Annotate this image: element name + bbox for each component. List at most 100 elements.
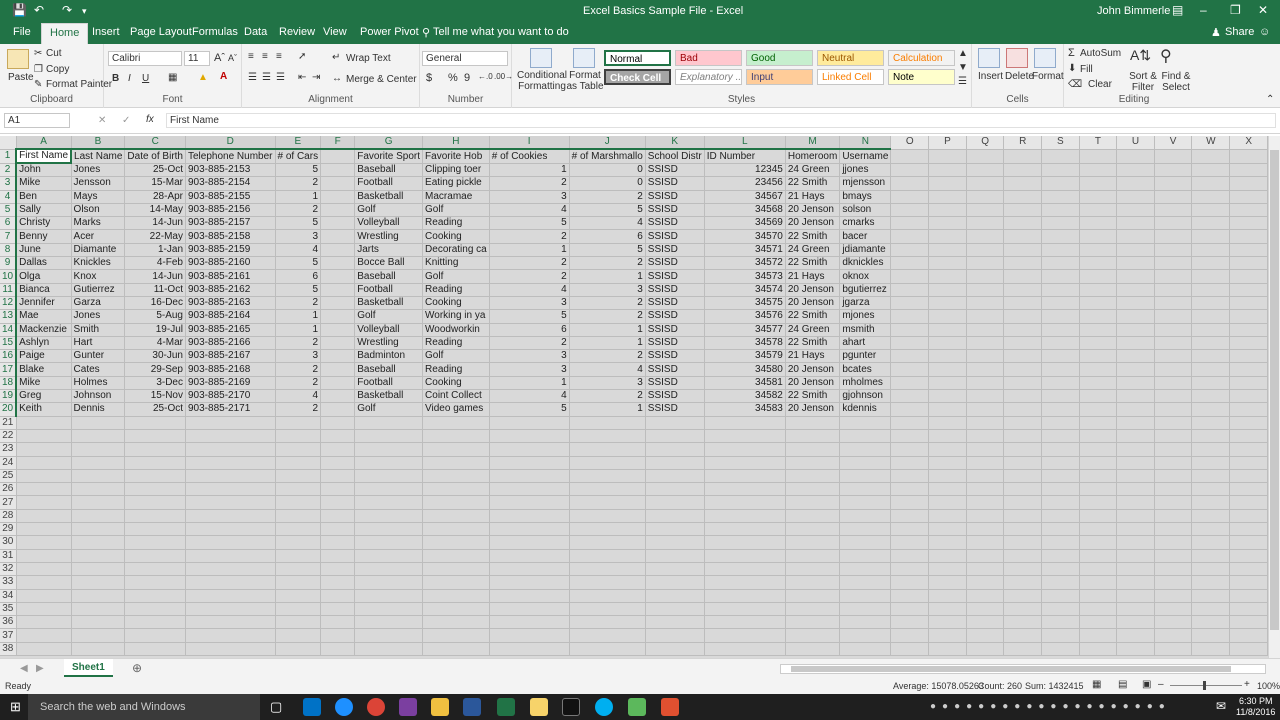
cell-b5[interactable]: Olson <box>71 203 126 218</box>
cell-w28[interactable] <box>1191 509 1231 524</box>
cell-t1[interactable] <box>1079 149 1118 164</box>
cell-q38[interactable] <box>966 642 1005 656</box>
cell-u1[interactable] <box>1116 149 1155 164</box>
cell-j5[interactable]: 5 <box>569 203 646 218</box>
cell-k28[interactable] <box>645 509 705 524</box>
cell-f19[interactable] <box>320 389 356 404</box>
feedback-icon[interactable]: ☺ <box>1259 26 1270 38</box>
cell-h8[interactable]: Decorating ca <box>422 243 490 258</box>
tab-insert[interactable]: Insert <box>92 26 120 38</box>
share-button[interactable]: Share <box>1225 26 1254 38</box>
cell-s17[interactable] <box>1041 362 1080 377</box>
cell-o2[interactable] <box>890 163 930 178</box>
cell-q18[interactable] <box>966 376 1005 391</box>
italic-button[interactable]: I <box>128 73 131 84</box>
cell-m22[interactable] <box>785 429 841 444</box>
cell-r33[interactable] <box>1003 575 1043 590</box>
cell-r11[interactable] <box>1003 283 1043 297</box>
cell-l8[interactable]: 34571 <box>704 243 786 258</box>
cell-q6[interactable] <box>966 216 1005 231</box>
cell-m33[interactable] <box>785 575 841 590</box>
cell-v37[interactable] <box>1154 628 1193 643</box>
cell-m27[interactable] <box>785 495 841 510</box>
cell-p13[interactable] <box>928 309 967 324</box>
cell-n18[interactable]: mholmes <box>839 376 892 391</box>
cell-r13[interactable] <box>1003 309 1043 324</box>
cell-v7[interactable] <box>1154 229 1193 244</box>
cell-u26[interactable] <box>1116 482 1155 497</box>
cell-u17[interactable] <box>1116 362 1155 377</box>
recorder-icon[interactable] <box>661 698 679 716</box>
cell-p9[interactable] <box>928 256 967 271</box>
cell-n30[interactable] <box>839 535 892 550</box>
cell-l35[interactable] <box>704 602 786 617</box>
cell-b6[interactable]: Marks <box>71 216 126 231</box>
cell-f37[interactable] <box>320 628 356 643</box>
cell-n13[interactable]: mjones <box>839 309 892 324</box>
cell-t16[interactable] <box>1079 349 1118 364</box>
cell-x17[interactable] <box>1229 362 1268 377</box>
cell-p6[interactable] <box>928 216 967 231</box>
cell-g7[interactable]: Wrestling <box>354 229 424 244</box>
cell-w3[interactable] <box>1191 176 1231 191</box>
cell-n34[interactable] <box>839 589 892 603</box>
column-header-k[interactable]: K <box>645 136 705 151</box>
cell-l15[interactable]: 34578 <box>704 336 786 351</box>
cell-o24[interactable] <box>890 456 930 470</box>
cell-i32[interactable] <box>489 562 570 577</box>
cell-a23[interactable] <box>16 442 72 457</box>
cell-f17[interactable] <box>320 362 356 377</box>
cell-q25[interactable] <box>966 469 1005 484</box>
cell-j11[interactable]: 3 <box>569 283 646 297</box>
row-header[interactable]: 6 <box>0 216 18 231</box>
cell-b23[interactable] <box>71 442 126 457</box>
cell-x28[interactable] <box>1229 509 1268 524</box>
cell-u9[interactable] <box>1116 256 1155 271</box>
cell-c26[interactable] <box>124 482 186 497</box>
cell-p2[interactable] <box>928 163 967 178</box>
column-header-g[interactable]: G <box>354 136 424 151</box>
cell-o36[interactable] <box>890 615 930 630</box>
cell-h24[interactable] <box>422 456 490 470</box>
cell-h18[interactable]: Cooking <box>422 376 490 391</box>
column-header-j[interactable]: J <box>569 136 646 151</box>
cell-q19[interactable] <box>966 389 1005 404</box>
cell-v33[interactable] <box>1154 575 1193 590</box>
cell-e18[interactable]: 2 <box>275 376 322 391</box>
cell-q13[interactable] <box>966 309 1005 324</box>
cell-e30[interactable] <box>275 535 322 550</box>
sheet-tab-sheet1[interactable]: Sheet1 <box>64 659 113 677</box>
cell-j32[interactable] <box>569 562 646 577</box>
cell-style-normal[interactable]: Normal <box>604 50 671 66</box>
merge-center-icon[interactable]: ↔ <box>332 73 342 84</box>
cell-l2[interactable]: 12345 <box>704 163 786 178</box>
cell-k37[interactable] <box>645 628 705 643</box>
column-header-f[interactable]: F <box>320 136 356 151</box>
cell-e9[interactable]: 5 <box>275 256 322 271</box>
cell-j30[interactable] <box>569 535 646 550</box>
cell-o33[interactable] <box>890 575 930 590</box>
cell-i18[interactable]: 1 <box>489 376 570 391</box>
cell-b25[interactable] <box>71 469 126 484</box>
prev-sheet-icon[interactable]: ◀ <box>20 663 28 674</box>
cell-a12[interactable]: Jennifer <box>16 296 72 311</box>
cell-h13[interactable]: Working in ya <box>422 309 490 324</box>
cell-a33[interactable] <box>16 575 72 590</box>
cell-j23[interactable] <box>569 442 646 457</box>
row-header[interactable]: 15 <box>0 336 18 351</box>
cell-w33[interactable] <box>1191 575 1231 590</box>
cell-e14[interactable]: 1 <box>275 323 322 337</box>
increase-decimal-icon[interactable]: ←.0 <box>478 72 493 81</box>
cell-c19[interactable]: 15-Nov <box>124 389 186 404</box>
cell-j33[interactable] <box>569 575 646 590</box>
cell-t37[interactable] <box>1079 628 1118 643</box>
cell-n27[interactable] <box>839 495 892 510</box>
cell-l18[interactable]: 34581 <box>704 376 786 391</box>
cell-j16[interactable]: 2 <box>569 349 646 364</box>
cell-x23[interactable] <box>1229 442 1268 457</box>
row-header[interactable]: 10 <box>0 269 18 284</box>
cell-r32[interactable] <box>1003 562 1043 577</box>
cell-p18[interactable] <box>928 376 967 391</box>
cell-u33[interactable] <box>1116 575 1155 590</box>
cell-a17[interactable]: Blake <box>16 362 72 377</box>
